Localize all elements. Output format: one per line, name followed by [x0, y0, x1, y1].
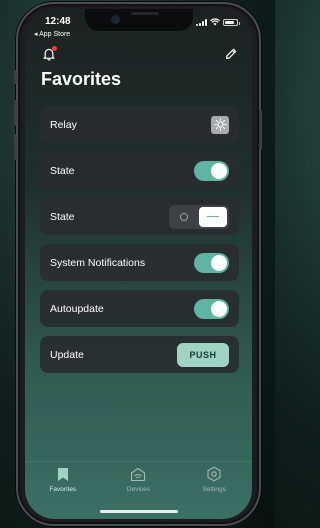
bookmark-icon: [57, 467, 68, 481]
cellular-signal-icon: [196, 18, 207, 26]
wifi-icon: [210, 18, 220, 26]
screen: 12:48 ◂ App Store Favorites Relay State …: [25, 9, 252, 519]
card-label: Relay: [50, 118, 77, 131]
lamp-icon: [213, 118, 227, 131]
power-button: [259, 110, 262, 150]
favorite-card-state-segmented: State: [40, 198, 239, 235]
card-label: State: [50, 164, 75, 177]
favorite-card-relay[interactable]: Relay: [40, 106, 239, 143]
toggle-knob: [211, 300, 227, 317]
card-label: Update: [50, 348, 84, 361]
state-segmented-control[interactable]: [169, 204, 229, 229]
favorite-card-system-notifications: System Notifications: [40, 244, 239, 281]
tab-label: Favorites: [49, 486, 77, 493]
toggle-knob: [211, 254, 227, 271]
card-label: State: [50, 210, 75, 223]
hexagon-gear-icon: [207, 466, 221, 482]
notification-badge: [52, 46, 57, 51]
toggle-knob: [211, 162, 227, 179]
favorite-card-state-toggle: State: [40, 152, 239, 189]
status-time: 12:48: [45, 16, 71, 27]
edit-button[interactable]: [224, 47, 238, 61]
battery-icon: [223, 18, 240, 26]
autoupdate-toggle[interactable]: [194, 298, 229, 319]
page-title: Favorites: [41, 69, 122, 89]
favorite-card-autoupdate: Autoupdate: [40, 290, 239, 327]
tab-settings[interactable]: Settings: [184, 466, 244, 519]
system-notifications-toggle[interactable]: [194, 252, 229, 273]
router-icon: [131, 467, 146, 481]
back-to-app-store-link[interactable]: ◂ App Store: [34, 30, 70, 38]
favorite-card-update: Update PUSH: [40, 336, 239, 373]
card-label: System Notifications: [50, 256, 146, 269]
speaker: [130, 12, 159, 15]
notifications-button[interactable]: [42, 46, 57, 61]
silent-switch: [14, 70, 17, 84]
status-icons: [196, 18, 240, 26]
tab-favorites[interactable]: Favorites: [33, 466, 93, 519]
pencil-icon: [225, 48, 237, 60]
tab-label: Devices: [126, 486, 151, 493]
card-label: Autoupdate: [50, 302, 104, 315]
line-on-icon: [207, 215, 219, 218]
segment-on[interactable]: [199, 206, 227, 227]
volume-down-button: [14, 134, 17, 160]
camera: [110, 15, 120, 24]
circle-off-icon: [180, 212, 188, 221]
volume-up-button: [14, 100, 17, 126]
tab-label: Settings: [202, 486, 226, 493]
segment-off[interactable]: [169, 212, 199, 221]
state-toggle[interactable]: [194, 160, 229, 181]
push-button[interactable]: PUSH: [177, 342, 229, 367]
relay-lamp-button[interactable]: [211, 115, 229, 134]
home-indicator: [99, 510, 178, 513]
notch: [84, 9, 193, 31]
